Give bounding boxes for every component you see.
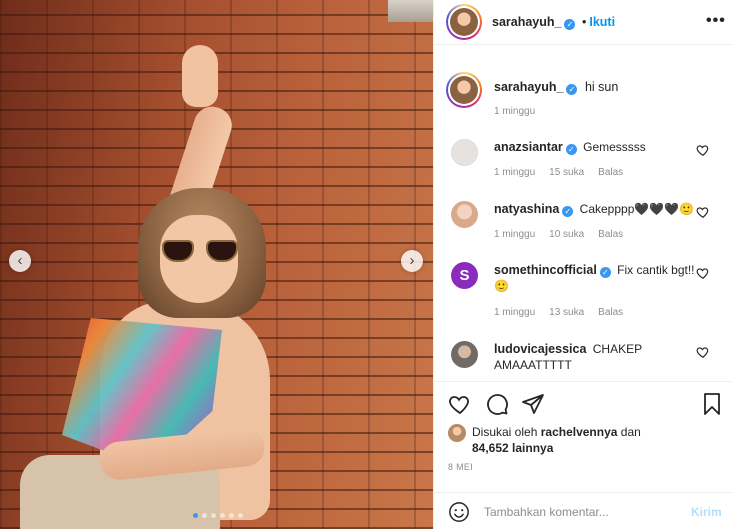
author-username[interactable]: sarahayuh_ [492, 15, 561, 29]
comment-time: 1 minggu [494, 229, 536, 240]
avatar-letter: S [459, 267, 470, 284]
comment-meta: 1 minggu 15 suka Balas [494, 167, 623, 178]
commenter-avatar[interactable]: S [451, 262, 478, 289]
comment-text: Gemesssss [583, 140, 646, 154]
comment-icon[interactable] [485, 392, 509, 416]
caption-text: hi sun [584, 80, 619, 94]
sky-corner [388, 0, 433, 22]
reply-button[interactable]: Balas [598, 229, 623, 240]
verified-badge-icon: ✓ [599, 267, 611, 278]
more-options-icon[interactable]: ••• [706, 12, 726, 30]
carousel-dot [193, 513, 198, 518]
verified-badge-icon: ✓ [564, 19, 576, 30]
liked-by-prefix: Disukai oleh [472, 425, 538, 439]
commenter-username[interactable]: somethincofficial [494, 263, 597, 277]
post-date: 8 MEI [448, 462, 474, 472]
carousel-dots [193, 513, 243, 518]
carousel-dot [238, 513, 243, 518]
author-avatar[interactable] [446, 4, 482, 40]
like-comment-heart-icon[interactable] [696, 345, 710, 359]
comment-meta: 1 minggu 13 suka Balas [494, 307, 623, 318]
share-icon[interactable] [521, 392, 545, 416]
caption-author-avatar[interactable] [446, 72, 482, 108]
comment-meta: 1 minggu 10 suka Balas [494, 229, 623, 240]
reply-button[interactable]: Balas [598, 307, 623, 318]
comment-time: 1 minggu [494, 307, 536, 318]
commenter-avatar[interactable] [451, 139, 478, 166]
comment-time: 1 minggu [494, 167, 536, 178]
carousel-dot [211, 513, 216, 518]
carousel-dot [229, 513, 234, 518]
sunglasses [162, 240, 238, 264]
liker-username[interactable]: rachelvennya [541, 425, 618, 439]
post-image[interactable]: ‹ › [0, 0, 433, 529]
post-actions: Disukai oleh rachelvennya dan 84,652 lai… [434, 381, 732, 529]
like-comment-heart-icon[interactable] [696, 266, 710, 280]
add-comment-bar: Kirim [434, 492, 732, 529]
commenter-username[interactable]: ludovicajessica [494, 342, 586, 356]
verified-badge-icon: ✓ [565, 144, 577, 155]
raised-hand [182, 45, 218, 107]
commenter-avatar[interactable] [451, 201, 478, 228]
commenter-avatar[interactable] [451, 341, 478, 368]
comment-likes[interactable]: 10 suka [549, 229, 584, 240]
caption-time: 1 minggu [494, 106, 536, 117]
post-header: sarahayuh_ ✓ • Ikuti ••• [434, 0, 732, 45]
comment-likes[interactable]: 13 suka [549, 307, 584, 318]
verified-badge-icon: ✓ [562, 206, 574, 217]
liked-by-middle: dan [620, 425, 641, 439]
bookmark-icon[interactable] [700, 392, 724, 416]
heart-icon[interactable] [448, 392, 472, 416]
likes-count[interactable]: 84,652 lainnya [472, 441, 553, 455]
liker-avatar[interactable] [448, 424, 466, 442]
reply-button[interactable]: Balas [598, 167, 623, 178]
previous-image-button[interactable]: ‹ [9, 250, 31, 272]
carousel-dot [202, 513, 207, 518]
follow-button[interactable]: Ikuti [589, 15, 615, 29]
next-image-button[interactable]: › [401, 250, 423, 272]
like-comment-heart-icon[interactable] [696, 143, 710, 157]
comment-likes[interactable]: 15 suka [549, 167, 584, 178]
like-comment-heart-icon[interactable] [696, 205, 710, 219]
comment-text: Cakepppp🖤🖤🖤🙂 [579, 202, 695, 216]
caption-author-username[interactable]: sarahayuh_ [494, 80, 563, 94]
post-side-panel: sarahayuh_ ✓ • Ikuti ••• sarahayuh_ ✓ hi su… [433, 0, 732, 529]
commenter-username[interactable]: anazsiantar [494, 140, 563, 154]
post-comment-button[interactable]: Kirim [691, 505, 722, 519]
carousel-dot [220, 513, 225, 518]
separator-dot: • [581, 15, 587, 29]
emoji-icon[interactable] [448, 501, 470, 523]
verified-badge-icon: ✓ [566, 84, 578, 95]
commenter-username[interactable]: natyashina [494, 202, 559, 216]
comment-input[interactable] [484, 501, 684, 523]
